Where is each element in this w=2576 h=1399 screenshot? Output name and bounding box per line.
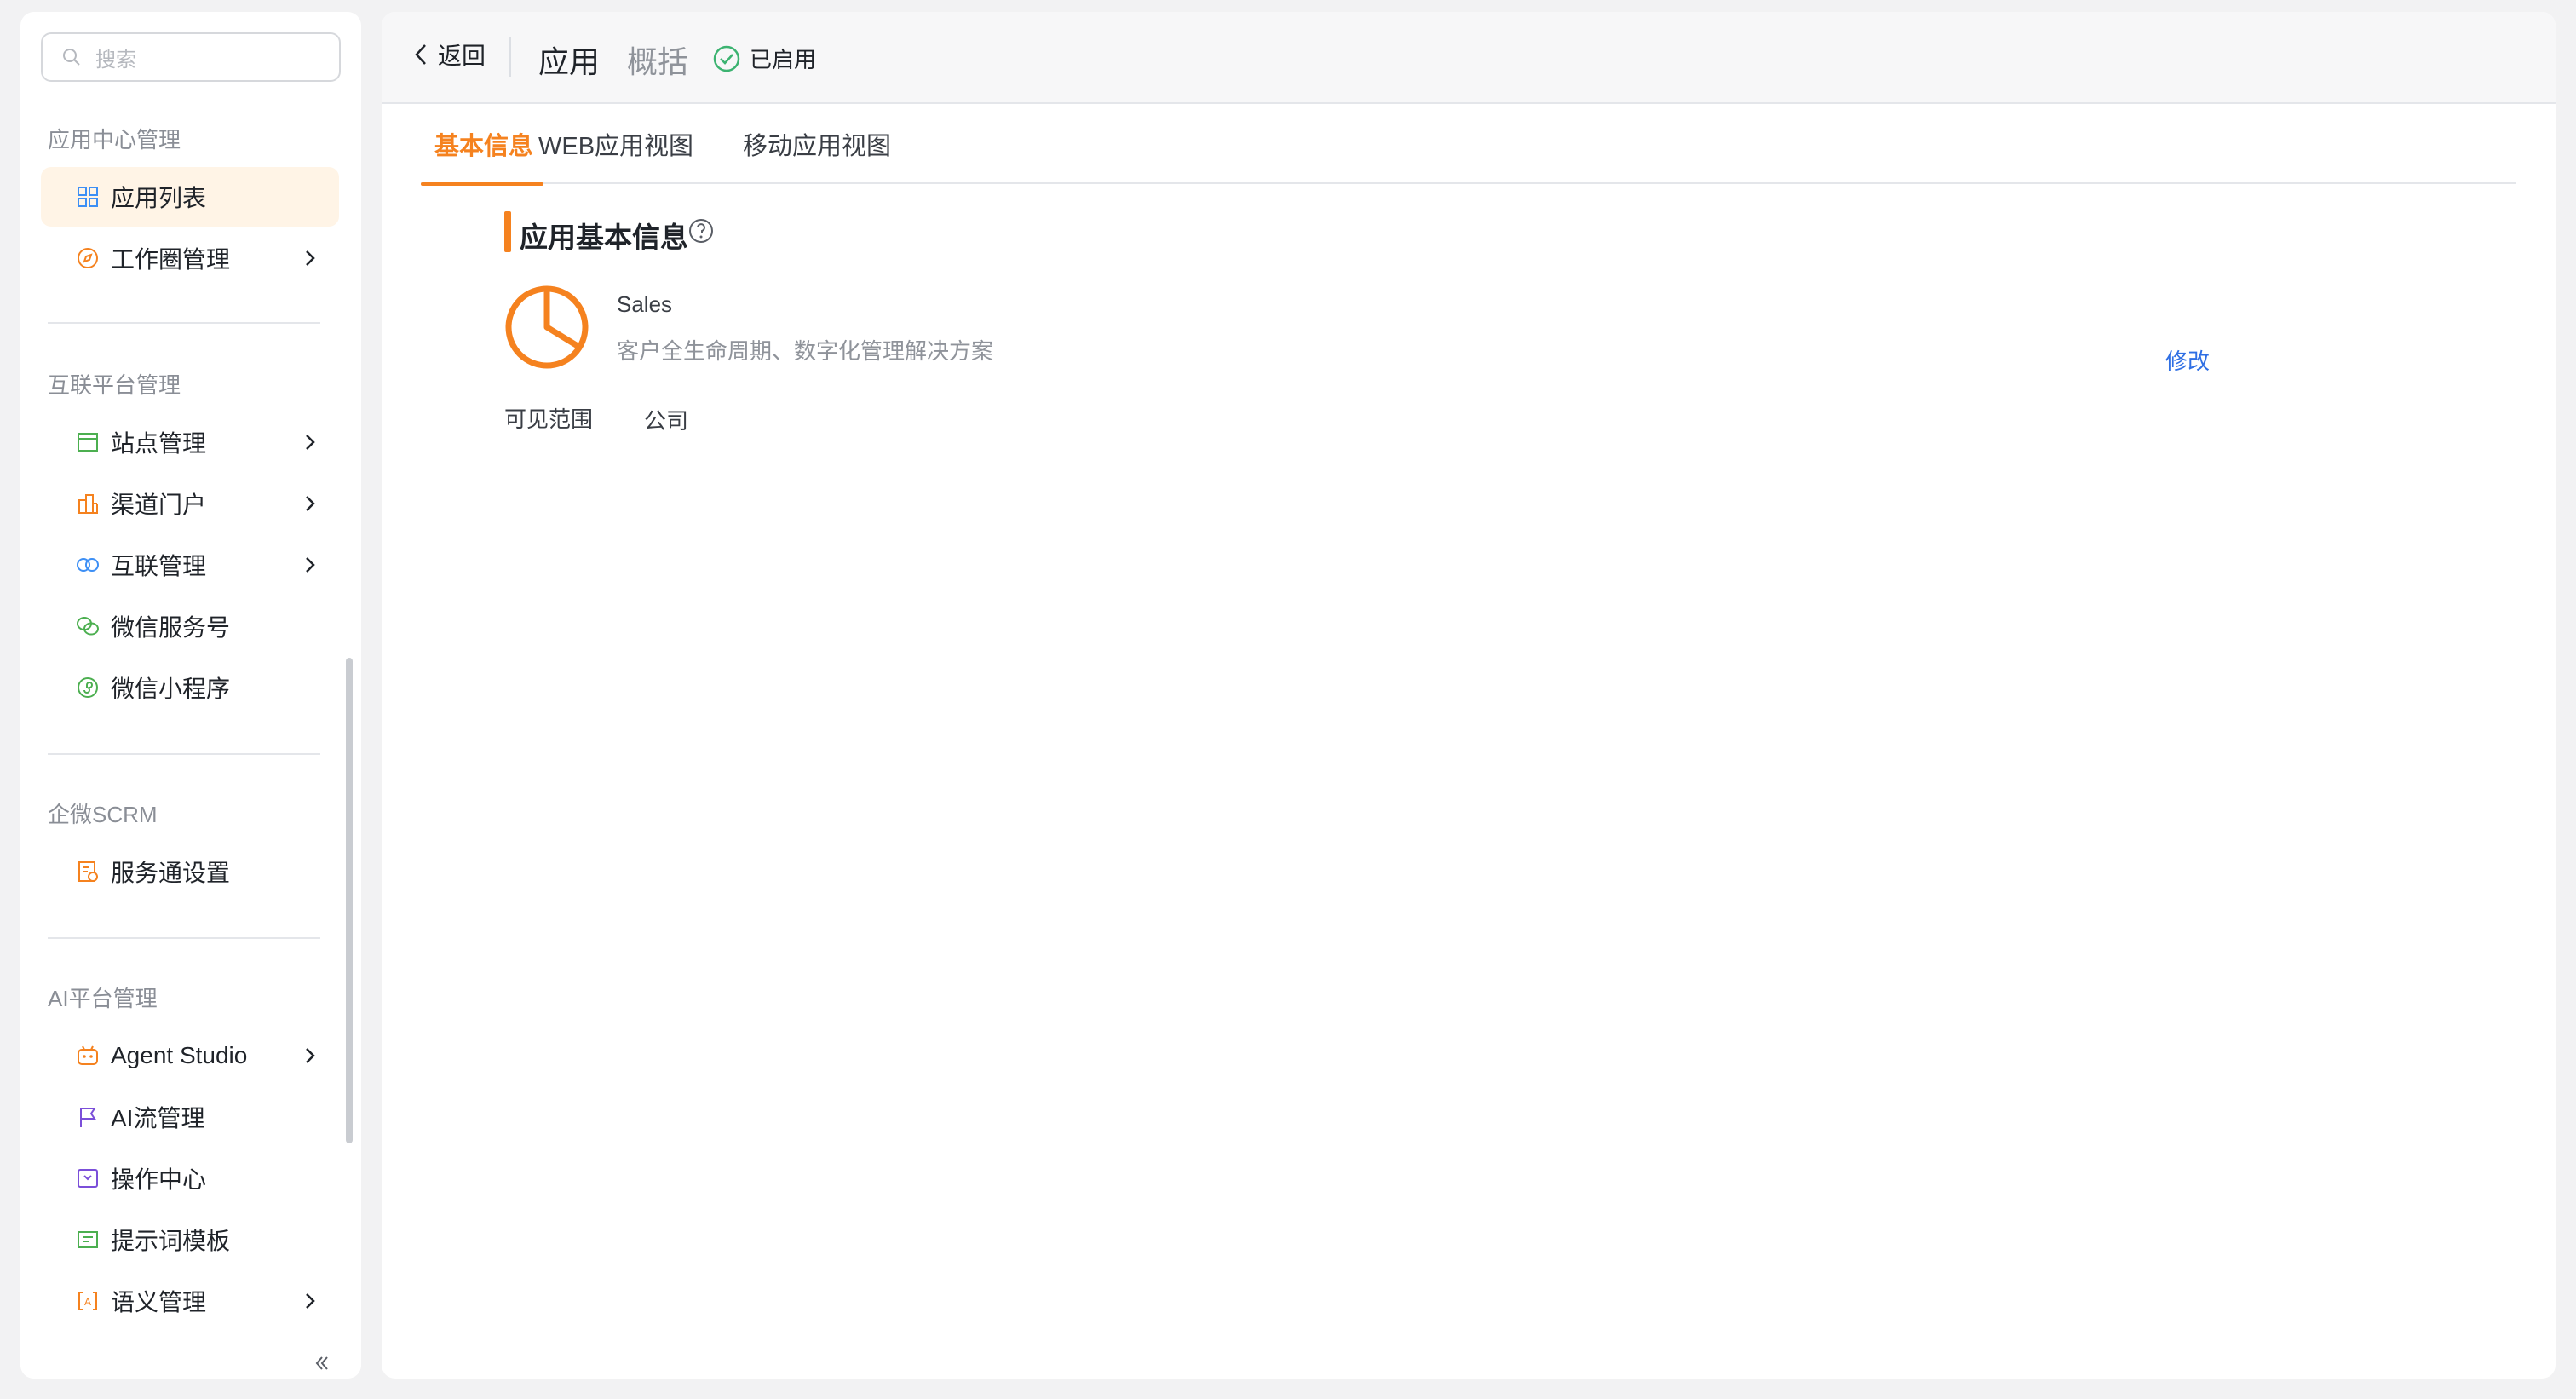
template-icon (75, 1227, 101, 1252)
sidebar-item-app-list[interactable]: 应用列表 (41, 167, 339, 227)
sidebar-item-interconnect[interactable]: 互联管理 (41, 535, 339, 595)
building-icon (75, 491, 101, 516)
divider (48, 937, 320, 939)
link-rings-icon (75, 552, 101, 578)
section-title-app-center: 应用中心管理 (48, 127, 181, 153)
grid-icon (75, 184, 101, 210)
back-label: 返回 (438, 43, 486, 69)
page-subtitle: 概括 (627, 44, 689, 79)
sidebar-item-agent-studio[interactable]: Agent Studio (41, 1026, 339, 1085)
section-title-ai-platform: AI平台管理 (48, 986, 158, 1011)
chevron-right-icon (300, 555, 320, 575)
sidebar-item-label: Agent Studio (111, 1042, 248, 1068)
tab-mobile-view[interactable]: 移动应用视图 (743, 104, 891, 184)
app-description: 客户全生命周期、数字化管理解决方案 (617, 338, 994, 364)
active-tab-indicator (421, 182, 543, 186)
section-title: 应用基本信息 (520, 222, 688, 253)
sidebar-item-wechat-service[interactable]: 微信服务号 (41, 596, 339, 656)
service-doc-icon (75, 859, 101, 884)
visibility-label: 可见范围 (504, 406, 594, 432)
semantic-icon: A (75, 1288, 101, 1314)
collapse-sidebar-button[interactable] (305, 1346, 339, 1379)
help-icon[interactable] (687, 216, 716, 245)
chevron-right-icon (300, 1291, 320, 1311)
visibility-value: 公司 (644, 408, 689, 434)
sidebar-item-label: 应用列表 (111, 185, 207, 211)
search-icon (61, 45, 85, 69)
main-panel: 返回 应用 概括 已启用 基本信息 WEB应用视图 移动应用视图 应用基本信息 … (382, 12, 2556, 1379)
sidebar-item-site[interactable]: 站点管理 (41, 412, 339, 472)
tab-web-view[interactable]: WEB应用视图 (538, 104, 693, 184)
sidebar-item-label: 渠道门户 (111, 492, 207, 518)
app-window: 搜索 应用中心管理 应用列表 工作圈管理 互联平台管理 站点管理 渠道门户 互联… (0, 0, 2576, 1399)
sidebar-item-label: 服务通设置 (111, 860, 231, 886)
back-button[interactable]: 返回 (412, 36, 486, 73)
chevron-right-icon (300, 1045, 320, 1066)
sidebar-item-label: 工作圈管理 (111, 246, 231, 273)
page-header: 返回 应用 概括 已启用 (382, 12, 2556, 104)
sidebar-item-service-settings[interactable]: 服务通设置 (41, 842, 339, 901)
chevron-right-icon (300, 493, 320, 514)
status-badge: 已启用 (712, 43, 816, 74)
chevron-right-icon (300, 248, 320, 268)
header-divider (509, 37, 511, 77)
divider (48, 322, 320, 324)
chevron-right-icon (300, 432, 320, 452)
pie-clock-icon (503, 283, 591, 371)
sidebar-scrollbar[interactable] (346, 658, 353, 1143)
section-title-scrm: 企微SCRM (48, 802, 158, 827)
sidebar: 搜索 应用中心管理 应用列表 工作圈管理 互联平台管理 站点管理 渠道门户 互联… (20, 12, 361, 1379)
section-accent-bar (504, 211, 511, 252)
sidebar-item-channel-portal[interactable]: 渠道门户 (41, 474, 339, 533)
status-label: 已启用 (750, 47, 817, 72)
double-chevron-left-icon (315, 1356, 328, 1370)
sidebar-item-ai-flow[interactable]: AI流管理 (41, 1087, 339, 1147)
section-title-interconnect: 互联平台管理 (48, 372, 181, 398)
sidebar-item-label: 微信服务号 (111, 614, 231, 641)
sidebar-item-label: 提示词模板 (111, 1228, 231, 1254)
sidebar-item-label: 站点管理 (111, 430, 207, 457)
tab-basic-info[interactable]: 基本信息 (434, 104, 533, 184)
miniprogram-icon (75, 675, 101, 700)
sidebar-item-label: 语义管理 (111, 1289, 207, 1316)
check-circle-icon (713, 45, 740, 72)
edit-link[interactable]: 修改 (2165, 344, 2210, 376)
sidebar-item-label: 微信小程序 (111, 676, 231, 702)
sidebar-item-label: 互联管理 (111, 553, 207, 579)
search-placeholder: 搜索 (95, 48, 136, 72)
wechat-icon (75, 613, 101, 639)
search-input[interactable]: 搜索 (41, 32, 341, 82)
sidebar-item-label: AI流管理 (111, 1105, 205, 1131)
robot-icon (75, 1043, 101, 1068)
sidebar-item-operation-center[interactable]: 操作中心 (41, 1149, 339, 1208)
sidebar-item-workcircle[interactable]: 工作圈管理 (41, 228, 339, 288)
sidebar-item-label: 操作中心 (111, 1166, 207, 1193)
divider (48, 753, 320, 755)
tab-bar: 基本信息 WEB应用视图 移动应用视图 (421, 104, 2516, 186)
sidebar-item-prompt-template[interactable]: 提示词模板 (41, 1210, 339, 1269)
page-title: 应用 (538, 44, 601, 79)
operation-icon (75, 1166, 101, 1191)
svg-text:A: A (84, 1296, 91, 1308)
flag-icon (75, 1104, 101, 1130)
site-icon (75, 429, 101, 455)
compass-icon (75, 245, 101, 271)
app-name: Sales (617, 291, 673, 317)
chevron-left-icon (415, 44, 426, 65)
sidebar-item-wechat-miniprogram[interactable]: 微信小程序 (41, 658, 339, 717)
